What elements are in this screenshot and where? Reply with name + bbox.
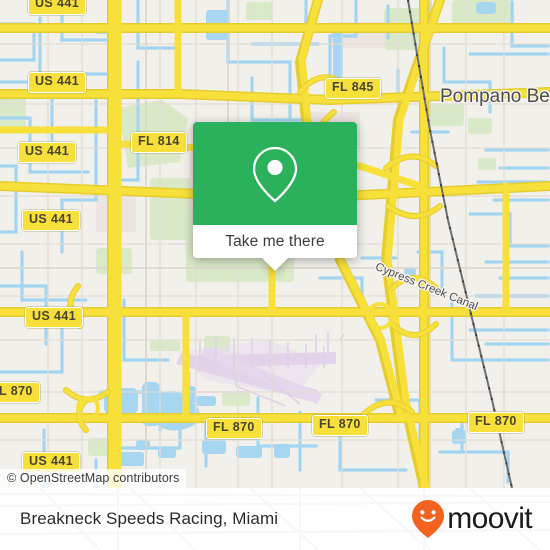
map-canvas[interactable]: Pompano Beach Cypress Creek Canal US 441…: [0, 0, 550, 488]
callout-tail: [262, 258, 288, 271]
footer-content: Breakneck Speeds Racing, Miami moovit: [0, 488, 550, 550]
road-shield-fl-870[interactable]: FL 870: [312, 415, 368, 436]
road-shield-fl-870[interactable]: FL 870: [468, 412, 524, 433]
location-callout-card[interactable]: Take me there: [193, 122, 357, 271]
place-title: Breakneck Speeds Racing, Miami: [20, 509, 279, 528]
place-label-pompano-beach: Pompano Beach: [440, 86, 550, 107]
callout-body: Take me there: [193, 122, 357, 258]
moovit-place-card: Pompano Beach Cypress Creek Canal US 441…: [0, 0, 550, 550]
road-shield-fl-814[interactable]: FL 814: [131, 132, 187, 153]
road-shield-us-441[interactable]: US 441: [22, 210, 81, 231]
moovit-smiley-pin-icon: [412, 500, 445, 538]
road-shield-us-441[interactable]: US 441: [18, 142, 77, 163]
road-shield-fl-870[interactable]: FL 870: [0, 382, 40, 403]
road-shield-fl-845[interactable]: FL 845: [325, 78, 381, 99]
map-pin-icon: [252, 146, 298, 203]
road-shield-fl-870[interactable]: FL 870: [206, 418, 262, 439]
callout-pin-area: [193, 122, 357, 225]
take-me-there-button[interactable]: Take me there: [193, 225, 357, 258]
moovit-wordmark: moovit: [447, 502, 532, 535]
moovit-brand-logo[interactable]: moovit: [411, 499, 533, 539]
road-shield-us-441[interactable]: US 441: [28, 0, 87, 15]
map-attribution: © OpenStreetMap contributors: [0, 469, 186, 488]
road-shield-us-441[interactable]: US 441: [25, 307, 84, 328]
road-shield-us-441[interactable]: US 441: [28, 72, 87, 93]
footer-bar: Breakneck Speeds Racing, Miami moovit: [0, 488, 550, 550]
